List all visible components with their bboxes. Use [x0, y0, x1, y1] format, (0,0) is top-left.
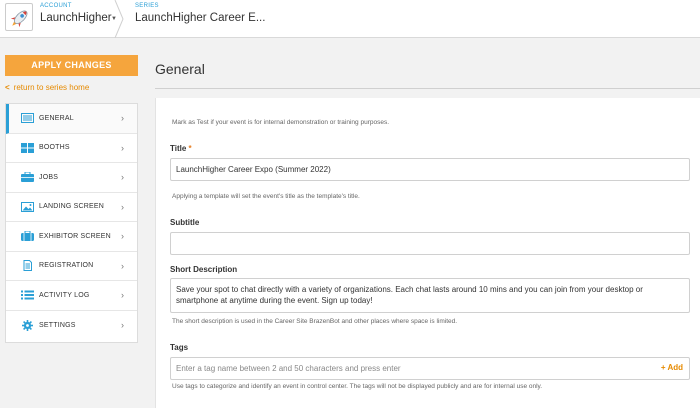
return-to-series-link[interactable]: < return to series home [5, 83, 89, 92]
grid-icon [20, 142, 34, 153]
suitcase-icon [20, 231, 34, 242]
gear-icon [20, 319, 34, 331]
sidebar-item-label: ACTIVITY LOG [39, 291, 90, 299]
title-field-label: Title * [170, 144, 192, 153]
chevron-right-icon: › [121, 260, 124, 271]
tags-placeholder: Enter a tag name between 2 and 50 charac… [176, 364, 401, 373]
short-description-textarea[interactable]: Save your spot to chat directly with a v… [170, 278, 690, 313]
sidebar-item-label: EXHIBITOR SCREEN [39, 232, 111, 240]
sidebar-item-settings[interactable]: SETTINGS › [6, 311, 137, 341]
tags-field-label: Tags [170, 343, 189, 352]
tags-input[interactable]: Enter a tag name between 2 and 50 charac… [170, 357, 690, 380]
apply-changes-button[interactable]: APPLY CHANGES [5, 55, 138, 76]
sidebar-item-label: GENERAL [39, 114, 74, 122]
image-icon [20, 201, 34, 212]
briefcase-icon [20, 172, 34, 183]
short-description-label: Short Description [170, 265, 238, 274]
list-bullets-icon [20, 290, 34, 301]
list-icon [20, 113, 34, 124]
top-bar: ACCOUNT LaunchHigher ▼ SERIES LaunchHigh… [0, 0, 700, 38]
required-marker: * [188, 144, 192, 153]
chevron-right-icon: › [121, 172, 124, 182]
account-label: ACCOUNT [40, 3, 72, 9]
title-divider [155, 88, 700, 89]
sidebar-item-label: JOBS [39, 173, 59, 181]
series-name[interactable]: LaunchHigher Career E... [135, 12, 265, 24]
sidebar-item-general[interactable]: GENERAL › [6, 104, 137, 134]
chevron-right-icon: › [121, 201, 124, 212]
chevron-right-icon: › [121, 231, 124, 241]
sidebar-item-activity-log[interactable]: ACTIVITY LOG › [6, 281, 137, 311]
title-label-text: Title [170, 144, 187, 153]
sidebar-item-landing-screen[interactable]: LANDING SCREEN › [6, 193, 137, 222]
test-help-text: Mark as Test if your event is for intern… [172, 119, 390, 126]
sidebar-nav: GENERAL › BOOTHS › JOBS › LANDING SCREEN… [5, 103, 138, 343]
sidebar-item-booths[interactable]: BOOTHS › [6, 134, 137, 163]
chevron-right-icon: › [121, 113, 124, 123]
chevron-left-icon: < [5, 83, 10, 92]
rocket-logo-icon[interactable] [5, 3, 33, 31]
document-icon [20, 260, 34, 272]
add-tag-button[interactable]: + Add [661, 363, 683, 372]
title-help-text: Applying a template will set the event's… [172, 193, 360, 200]
chevron-right-icon: › [121, 290, 124, 300]
sidebar-item-jobs[interactable]: JOBS › [6, 163, 137, 193]
subtitle-field-label: Subtitle [170, 218, 200, 227]
page-title: General [155, 61, 205, 77]
sidebar-item-exhibitor-screen[interactable]: EXHIBITOR SCREEN › [6, 222, 137, 252]
sidebar-item-registration[interactable]: REGISTRATION › [6, 252, 137, 281]
title-input[interactable]: LaunchHigher Career Expo (Summer 2022) [170, 158, 690, 181]
sidebar-item-label: LANDING SCREEN [39, 203, 105, 211]
short-description-help-text: The short description is used in the Car… [172, 318, 458, 325]
breadcrumb-separator-icon [114, 0, 124, 38]
account-name[interactable]: LaunchHigher [40, 12, 112, 24]
chevron-right-icon: › [121, 319, 124, 330]
tags-help-text: Use tags to categorize and identify an e… [172, 383, 543, 390]
sidebar-item-label: REGISTRATION [39, 262, 94, 270]
subtitle-input[interactable] [170, 232, 690, 255]
return-link-label: return to series home [13, 83, 90, 92]
sidebar-item-label: SETTINGS [39, 321, 76, 329]
series-label: SERIES [135, 3, 159, 9]
sidebar-item-label: BOOTHS [39, 144, 70, 152]
chevron-right-icon: › [121, 142, 124, 153]
